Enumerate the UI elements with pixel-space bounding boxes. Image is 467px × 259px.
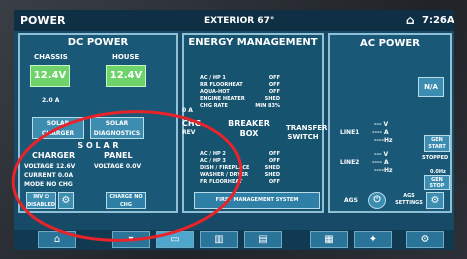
red-highlight-circle bbox=[11, 110, 243, 242]
